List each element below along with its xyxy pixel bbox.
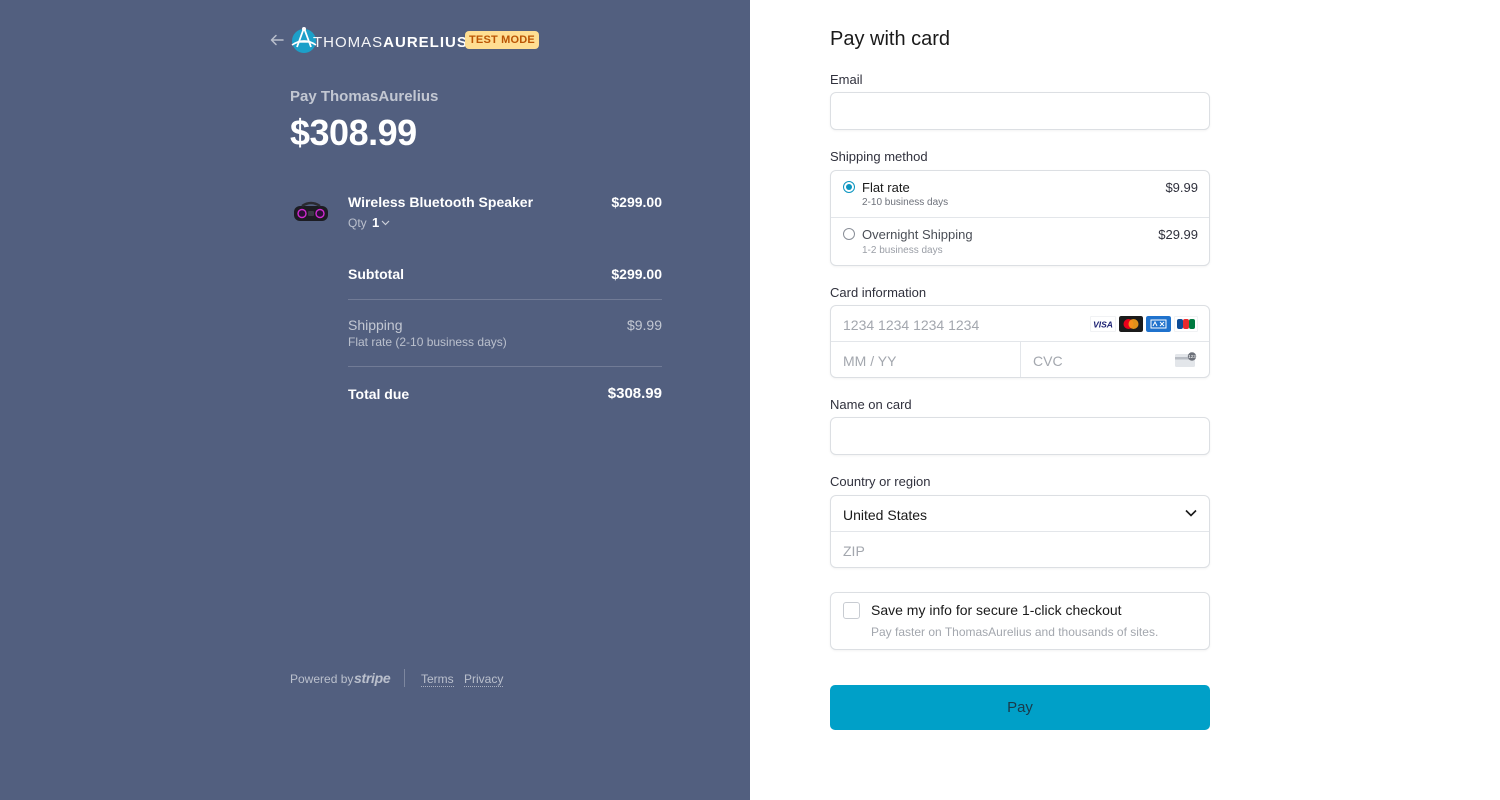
name-on-card-label: Name on card bbox=[830, 397, 912, 412]
save-info-description: Pay faster on ThomasAurelius and thousan… bbox=[871, 625, 1159, 639]
subtotal-label: Subtotal bbox=[348, 266, 404, 282]
powered-by-label: Powered by bbox=[290, 672, 354, 686]
jcb-icon bbox=[1174, 316, 1198, 332]
page-title: Pay with card bbox=[830, 28, 951, 50]
pay-button[interactable]: Pay bbox=[830, 685, 1210, 730]
save-info-checkbox[interactable] bbox=[843, 602, 860, 619]
shipping-option-title: Flat rate bbox=[862, 180, 910, 195]
cvc-input[interactable]: CVC bbox=[1033, 353, 1063, 369]
radio-selected[interactable] bbox=[843, 181, 855, 193]
country-region-label: Country or region bbox=[830, 474, 931, 489]
shipping-option-title: Overnight Shipping bbox=[862, 227, 973, 242]
chevron-down-icon[interactable] bbox=[1185, 509, 1197, 517]
shipping-value: $9.99 bbox=[626, 317, 662, 333]
divider bbox=[831, 531, 1209, 532]
cvc-card-icon: 123 bbox=[1175, 352, 1196, 367]
total-due-label: Total due bbox=[348, 386, 410, 402]
brand-bold: AURELIUS bbox=[383, 34, 468, 51]
shipping-method-group: Flat rate 2-10 business days $9.99 Overn… bbox=[830, 170, 1210, 266]
shipping-option-flat-rate[interactable]: Flat rate 2-10 business days $9.99 bbox=[831, 171, 1209, 218]
expiry-input[interactable]: MM / YY bbox=[843, 353, 896, 369]
shipping-method-label: Shipping method bbox=[830, 149, 928, 164]
product-name: Wireless Bluetooth Speaker bbox=[348, 194, 534, 210]
order-summary-panel: THOMASAURELIUS TEST MODE Pay ThomasAurel… bbox=[0, 0, 750, 800]
shipping-option-sub: 1-2 business days bbox=[862, 245, 943, 256]
name-on-card-field[interactable] bbox=[830, 417, 1210, 455]
divider bbox=[348, 299, 662, 300]
qty-label: Qty bbox=[348, 216, 367, 230]
subtotal-value: $299.00 bbox=[611, 266, 662, 282]
total-due-value: $308.99 bbox=[607, 385, 662, 402]
total-amount: $308.99 bbox=[290, 112, 417, 153]
amex-icon bbox=[1146, 316, 1171, 332]
back-arrow-icon[interactable] bbox=[268, 31, 286, 49]
visa-icon: VISA bbox=[1090, 316, 1116, 332]
stripe-logo[interactable]: stripe bbox=[354, 670, 391, 686]
card-number-input[interactable]: 1234 1234 1234 1234 bbox=[843, 317, 979, 333]
chevron-down-icon[interactable] bbox=[381, 219, 390, 226]
pay-to-label: Pay ThomasAurelius bbox=[290, 88, 439, 105]
shipping-label: Shipping bbox=[348, 317, 403, 333]
divider bbox=[1020, 342, 1021, 377]
country-region-group: United States ZIP bbox=[830, 495, 1210, 568]
privacy-link[interactable]: Privacy bbox=[464, 672, 504, 687]
terms-link[interactable]: Terms bbox=[421, 672, 454, 687]
card-information-group: 1234 1234 1234 1234 VISA MM / YY CVC 123 bbox=[830, 305, 1210, 378]
shipping-option-price: $9.99 bbox=[1165, 180, 1198, 195]
country-select[interactable]: United States bbox=[843, 507, 927, 523]
card-information-label: Card information bbox=[830, 285, 927, 300]
speaker-product-image bbox=[294, 201, 328, 221]
svg-text:123: 123 bbox=[1188, 354, 1196, 359]
save-info-box[interactable]: Save my info for secure 1-click checkout… bbox=[830, 592, 1210, 650]
save-info-title: Save my info for secure 1-click checkout bbox=[871, 602, 1122, 618]
test-mode-badge: TEST MODE bbox=[465, 31, 539, 49]
shipping-option-sub: 2-10 business days bbox=[862, 197, 949, 208]
divider bbox=[348, 366, 662, 367]
product-price: $299.00 bbox=[611, 194, 662, 210]
mastercard-icon bbox=[1119, 316, 1143, 332]
svg-text:VISA: VISA bbox=[1093, 320, 1113, 330]
shipping-option-overnight[interactable]: Overnight Shipping 1-2 business days $29… bbox=[831, 218, 1209, 265]
shipping-option-price: $29.99 bbox=[1158, 227, 1198, 242]
merchant-brand: THOMASAURELIUS bbox=[313, 34, 468, 52]
qty-selector[interactable]: 1 bbox=[372, 215, 379, 230]
shipping-detail: Flat rate (2-10 business days) bbox=[348, 335, 507, 349]
brand-thin: THOMAS bbox=[313, 34, 384, 51]
radio-unselected[interactable] bbox=[843, 228, 855, 240]
email-field[interactable] bbox=[830, 92, 1210, 130]
footer-separator bbox=[404, 669, 405, 687]
email-label: Email bbox=[830, 72, 863, 87]
zip-input[interactable]: ZIP bbox=[843, 543, 865, 559]
